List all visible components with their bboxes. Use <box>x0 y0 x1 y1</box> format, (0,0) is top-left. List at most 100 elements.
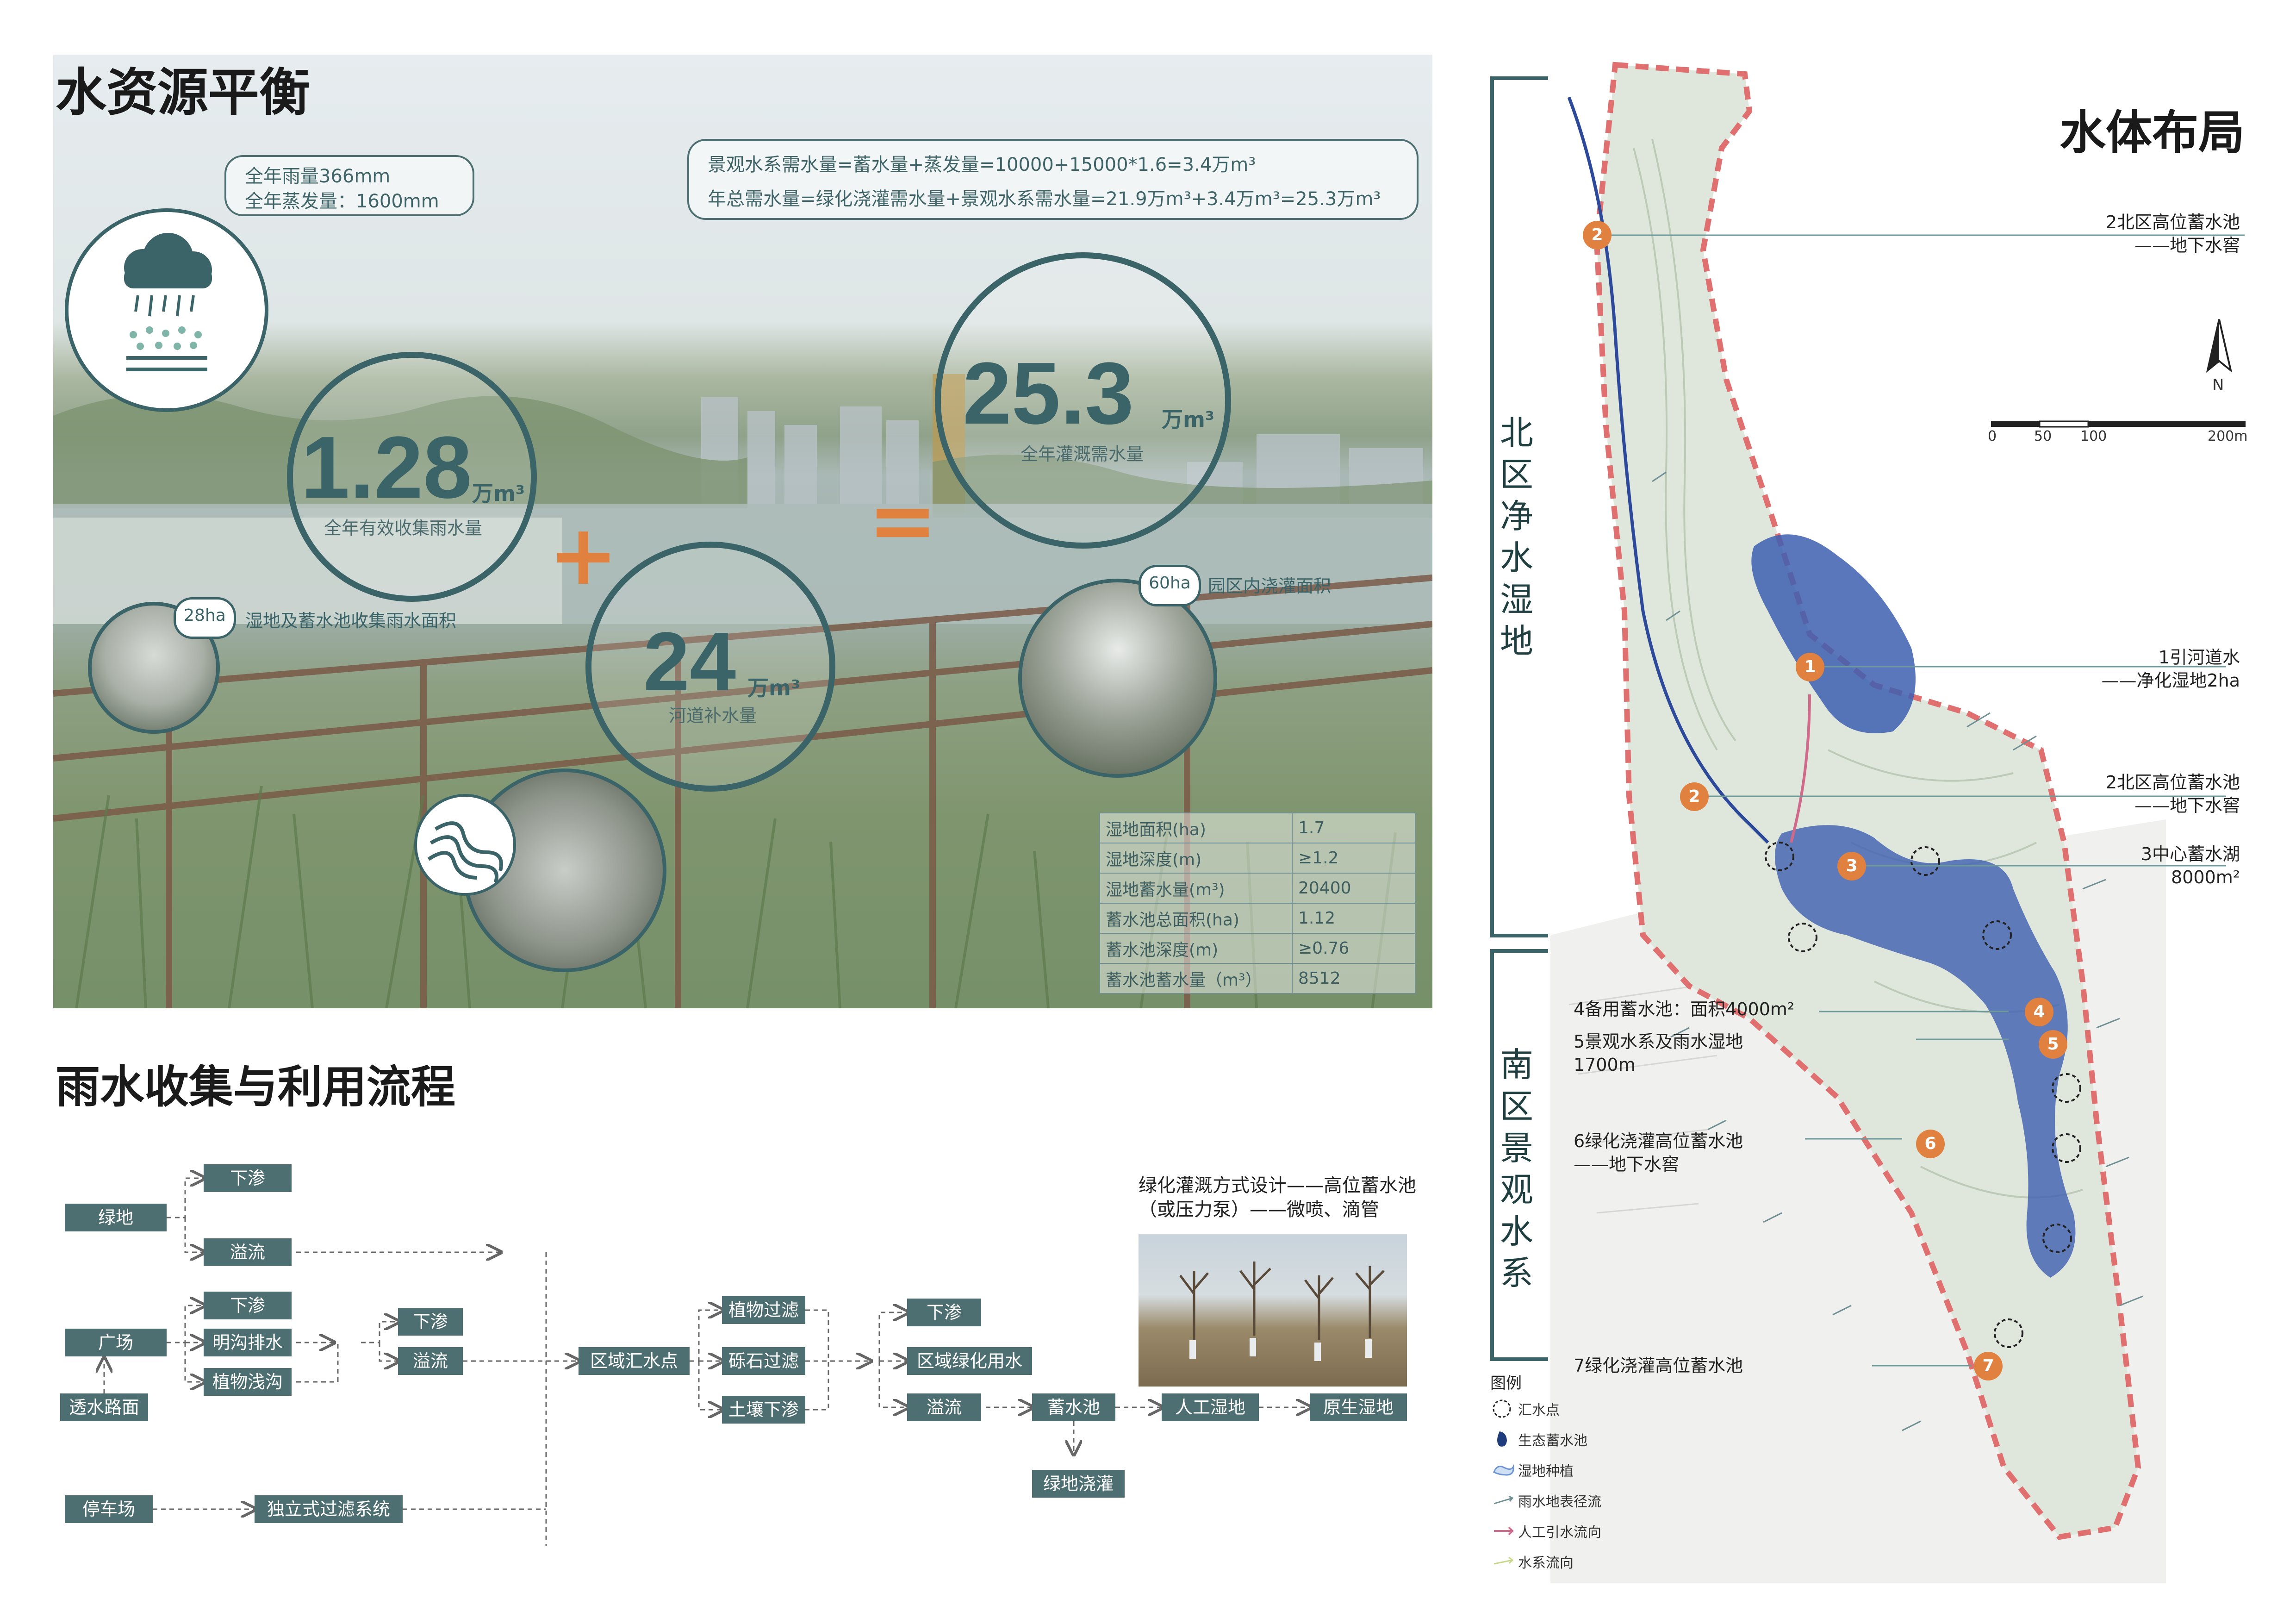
map-label-river-intake: 1引河道水 ——净化湿地2ha <box>2013 646 2240 692</box>
scale-tick: 200m <box>2208 428 2248 444</box>
irrigation-method-note: 绿化灌溉方式设计——高位蓄水池（或压力泵）——微喷、滴管 <box>1139 1175 1416 1220</box>
map-label-reserve-pond: 4备用蓄水池：面积4000m² <box>1574 998 1794 1021</box>
stats-key: 湿地蓄水量(m³) <box>1099 873 1293 904</box>
legend-label: 雨水地表径流 <box>1518 1494 1601 1510</box>
label-line: 6绿化浇灌高位蓄水池 <box>1574 1131 1743 1151</box>
rainwater-collection-value: 1.28 <box>301 418 472 517</box>
map-label-south-high-pond-7: 7绿化浇灌高位蓄水池 <box>1574 1354 1743 1377</box>
scale-tick: 50 <box>2034 428 2052 444</box>
section-title-water-balance: 水资源平衡 <box>56 63 310 122</box>
flow-node-infiltrate: 下渗 <box>907 1299 981 1326</box>
flow-node-overflow: 溢流 <box>398 1347 463 1375</box>
legend-label: 人工引水流向 <box>1518 1524 1601 1541</box>
river-waves-icon <box>427 821 503 883</box>
north-label: N <box>2212 376 2224 394</box>
label-line: ——净化湿地2ha <box>2101 670 2240 691</box>
stats-value: 20400 <box>1292 873 1416 904</box>
legend-label: 水系流向 <box>1518 1555 1574 1571</box>
legend-item: 生态蓄水池 <box>1490 1424 1685 1455</box>
flow-node-infiltrate: 下渗 <box>204 1292 292 1319</box>
stats-value: 1.7 <box>1292 812 1416 843</box>
flow-node-parking: 停车场 <box>65 1495 153 1523</box>
river-supply-unit: 万m³ <box>747 675 801 700</box>
label-line: ——地下水窖 <box>2134 795 2240 816</box>
table-row: 湿地面积(ha) 1.7 <box>1099 812 1416 843</box>
eco-pond-icon <box>1497 1431 1507 1447</box>
irrigation-site-photo <box>1139 1234 1407 1387</box>
map-label-south-high-pond: 6绿化浇灌高位蓄水池 ——地下水窖 <box>1574 1130 1743 1176</box>
equals-operator: = <box>868 472 938 569</box>
label-line: 2北区高位蓄水池 <box>2105 772 2240 793</box>
label-line: ——地下水窖 <box>2134 235 2240 256</box>
annual-evaporation-text: 全年蒸发量：1600mm <box>245 191 439 212</box>
flow-node-ditch: 明沟排水 <box>204 1329 292 1356</box>
flow-node-regional-green: 区域绿化用水 <box>907 1347 1032 1375</box>
label-line: 5景观水系及雨水湿地 <box>1574 1031 1743 1052</box>
bare-trees-illustration <box>1179 1262 1385 1361</box>
wetland-planting-icon <box>1493 1464 1514 1476</box>
rainwater-collection-label: 全年有效收集雨水量 <box>324 518 483 538</box>
flow-node-collection-point: 区域汇水点 <box>579 1347 690 1375</box>
collection-point-icon <box>1493 1399 1511 1418</box>
landscape-water-formula: 景观水系需水量=蓄水量+蒸发量=10000+15000*1.6=3.4万m³ <box>708 154 1256 175</box>
flow-node-swale: 植物浅沟 <box>204 1368 292 1396</box>
artificial-flow-arrow-icon <box>1494 1526 1514 1536</box>
legend-item: 人工引水流向 <box>1490 1516 1685 1546</box>
stats-key: 蓄水池总面积(ha) <box>1099 903 1293 934</box>
label-line: ——地下水窖 <box>1574 1154 1680 1174</box>
label-line: 1引河道水 <box>2158 647 2240 668</box>
table-row: 湿地蓄水量(m³) 20400 <box>1099 873 1416 904</box>
label-line: 3中心蓄水湖 <box>2140 844 2240 864</box>
map-label-north-high-pond-2: 2北区高位蓄水池 ——地下水窖 <box>2013 771 2240 817</box>
label-line: 8000m² <box>2171 867 2240 887</box>
irrigation-area-badge: 60ha <box>1139 565 1201 606</box>
legend-item: 水系流向 <box>1490 1546 1685 1577</box>
total-irrigation-value: 25.3 <box>963 344 1134 443</box>
label-line: 1700m <box>1574 1055 1636 1075</box>
section-title-water-layout: 水体布局 <box>2060 106 2245 160</box>
flow-node-gravel-filter: 砾石过滤 <box>722 1347 805 1375</box>
total-water-formula: 年总需水量=绿化浇灌需水量+景观水系需水量=21.9万m³+3.4万m³=25.… <box>708 188 1381 210</box>
rain-evaporation-note: 全年雨量366mm 全年蒸发量：1600mm <box>224 155 474 216</box>
flow-node-green-irrigation: 绿地浇灌 <box>1032 1470 1125 1498</box>
legend-title: 图例 <box>1490 1374 1522 1393</box>
water-flow-arrow-icon <box>1493 1556 1514 1565</box>
runoff-arrow-icon <box>1493 1495 1514 1505</box>
irrigation-area-label: 园区内浇灌面积 <box>1208 576 1332 596</box>
water-demand-formula-note: 景观水系需水量=蓄水量+蒸发量=10000+15000*1.6=3.4万m³ 年… <box>687 139 1419 220</box>
stats-value: 8512 <box>1292 963 1416 994</box>
stats-key: 湿地面积(ha) <box>1099 812 1293 843</box>
total-irrigation-unit: 万m³ <box>1162 407 1215 432</box>
legend-item: 汇水点 <box>1490 1393 1685 1424</box>
section-title-rainwater-flow: 雨水收集与利用流程 <box>56 1061 455 1113</box>
map-label-landscape-water: 5景观水系及雨水湿地 1700m <box>1574 1030 1743 1076</box>
stats-key: 蓄水池蓄水量（m³） <box>1099 963 1293 994</box>
stats-value: 1.12 <box>1292 903 1416 934</box>
flow-node-filter-system: 独立式过滤系统 <box>255 1495 403 1523</box>
flow-node-artificial-wetland: 人工湿地 <box>1162 1393 1259 1421</box>
flow-node-natural-wetland: 原生湿地 <box>1310 1393 1407 1421</box>
table-row: 蓄水池深度(m) ≥0.76 <box>1099 933 1416 964</box>
flow-node-infiltrate: 下渗 <box>204 1164 292 1192</box>
rain-cloud-icon <box>124 233 212 371</box>
table-row: 蓄水池蓄水量（m³） 8512 <box>1099 963 1416 994</box>
flow-node-infiltrate: 下渗 <box>398 1308 463 1336</box>
river-supply-label: 河道补水量 <box>669 706 757 726</box>
flow-node-plant-filter: 植物过滤 <box>722 1296 805 1324</box>
legend-label: 生态蓄水池 <box>1518 1433 1587 1449</box>
flow-node-overflow: 溢流 <box>907 1393 981 1421</box>
river-supply-value: 24 <box>643 615 736 708</box>
scale-tick: 100 <box>2080 428 2107 444</box>
legend-item: 雨水地表径流 <box>1490 1485 1685 1516</box>
map-label-north-high-pond: 2北区高位蓄水池 ——地下水窖 <box>2013 211 2240 257</box>
legend-label: 汇水点 <box>1518 1402 1560 1418</box>
stats-value: ≥0.76 <box>1292 933 1416 964</box>
stats-key: 蓄水池深度(m) <box>1099 933 1293 964</box>
rain-icon-circle <box>65 208 268 412</box>
wetland-stats-table: 湿地面积(ha) 1.7 湿地深度(m) ≥1.2 湿地蓄水量(m³) 20400 蓄… <box>1099 812 1416 994</box>
irrigation-photo-circle <box>1018 579 1217 778</box>
flow-node-overflow: 溢流 <box>204 1238 292 1266</box>
flow-node-green: 绿地 <box>65 1204 167 1231</box>
plus-operator: + <box>548 507 618 604</box>
legend: 汇水点 生态蓄水池 湿地种植 雨水地表径流 人工引水流向 水系流向 <box>1490 1393 1685 1577</box>
